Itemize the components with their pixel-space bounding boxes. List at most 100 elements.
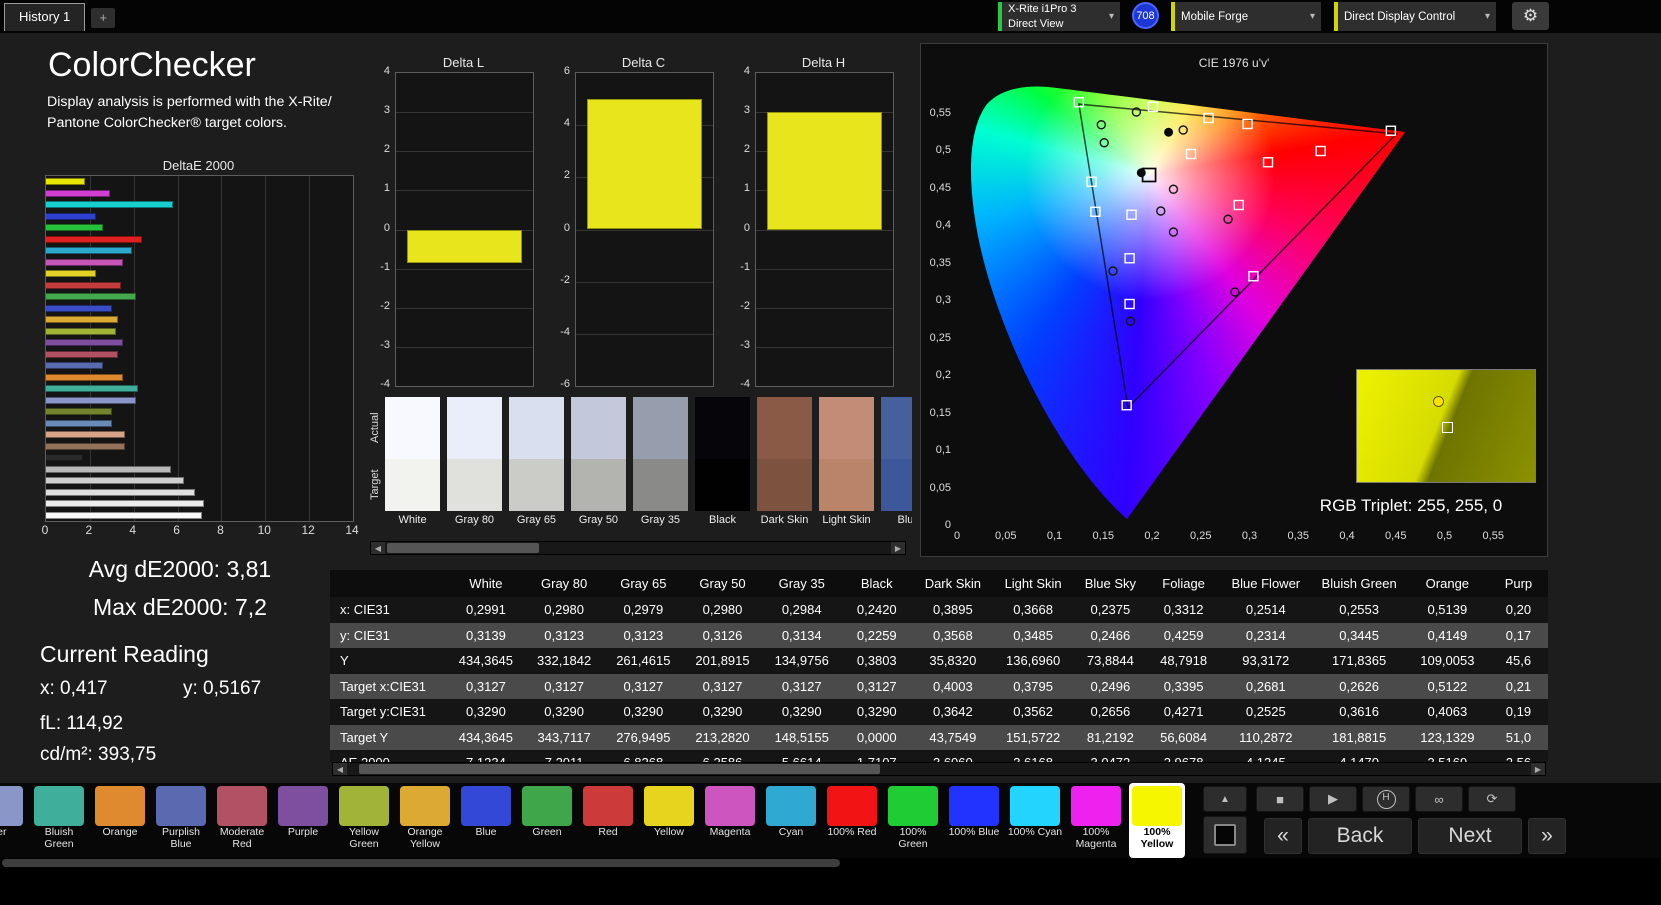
table-cell: 0,2496 — [1090, 678, 1131, 694]
table-cell: 0,4271 — [1163, 704, 1204, 720]
pattern-window-button[interactable] — [1203, 816, 1247, 854]
max-de2000-readout: Max dE2000: 7,2 — [93, 594, 267, 620]
patch-swatch — [522, 786, 572, 826]
patch-button[interactable]: Cyan — [763, 783, 819, 858]
deltaE-bar — [46, 362, 103, 370]
patch-button[interactable]: Red — [580, 783, 636, 858]
scroll-left-icon[interactable]: ◀ — [333, 763, 347, 775]
play-button[interactable]: ▶ — [1309, 786, 1357, 812]
reading-y: y: 0,5167 — [183, 678, 262, 699]
patch-button[interactable]: 100% Yellow — [1129, 783, 1185, 858]
measured-point — [1096, 120, 1107, 130]
patch-button[interactable]: Magenta — [702, 783, 758, 858]
patch-bar-scrollbar[interactable] — [2, 859, 840, 867]
measured-point — [1108, 266, 1118, 276]
next-button[interactable]: Next — [1418, 818, 1522, 854]
rgb-triplet-readout: RGB Triplet: 255, 255, 0 — [1319, 496, 1503, 515]
patch-button[interactable]: Purple — [275, 783, 331, 858]
patch-button[interactable]: Orange Yellow — [397, 783, 453, 858]
axis-tick-label: 0,3 — [1241, 530, 1258, 542]
patch-button[interactable]: 100% Red — [824, 783, 880, 858]
axis-tick-label: 0,3 — [935, 294, 951, 306]
patch-button[interactable]: wer — [0, 783, 26, 858]
back-button[interactable]: Back — [1308, 818, 1412, 854]
scroll-right-icon[interactable]: ▶ — [891, 542, 905, 554]
prev-page-button[interactable]: « — [1264, 818, 1302, 854]
deltaE-bar-row — [46, 222, 353, 234]
patch-button[interactable]: Orange — [92, 783, 148, 858]
patch-button[interactable]: Yellow Green — [336, 783, 392, 858]
column-header: Gray 65 — [603, 570, 683, 597]
add-tab-button[interactable]: + — [91, 8, 116, 28]
gear-icon[interactable]: ⚙ — [1512, 2, 1549, 30]
next-page-button[interactable]: » — [1528, 818, 1566, 854]
axis-tick-label: -4 — [380, 378, 390, 390]
axis-tick-label: 0,45 — [1385, 530, 1407, 542]
table-cell: 0,4259 — [1163, 627, 1204, 643]
target-point — [1124, 298, 1135, 310]
axis-tick-label: 0,45 — [929, 181, 951, 194]
table-scrollbar[interactable]: ◀ ▶ — [332, 762, 1546, 776]
scroll-left-icon[interactable]: ◀ — [371, 542, 385, 554]
swatch-target — [757, 459, 812, 511]
scroll-up-button[interactable]: ▲ — [1203, 786, 1247, 812]
axis-tick-label: 12 — [301, 523, 315, 537]
meter-count-badge[interactable]: 708 — [1132, 2, 1159, 29]
swatch-target — [881, 459, 912, 511]
table-cell: 93,3172 — [1242, 653, 1290, 669]
patch-button[interactable]: Green — [519, 783, 575, 858]
patch-button[interactable]: Moderate Red — [214, 783, 270, 858]
refresh-button[interactable]: ⟳ — [1468, 786, 1516, 812]
deltaE-bar — [46, 373, 123, 381]
scrollbar-thumb[interactable] — [387, 543, 539, 553]
deltaE-bar — [46, 511, 202, 519]
patch-button[interactable]: 100% Cyan — [1007, 783, 1063, 858]
display-control-dropdown[interactable]: Direct Display Control ▾ — [1334, 2, 1496, 31]
scrollbar-track[interactable] — [385, 542, 891, 554]
measured-point — [1168, 227, 1179, 237]
h-mode-button[interactable]: H — [1362, 786, 1410, 812]
meter-dropdown[interactable]: X-Rite i1Pro 3 Direct View ▾ — [998, 2, 1120, 31]
tab-history-1[interactable]: History 1 — [4, 3, 86, 31]
table-cell: 201,8915 — [695, 653, 750, 669]
deltaE-chart — [45, 175, 354, 522]
axis-tick-label: 0,15 — [929, 406, 951, 419]
scrollbar-track[interactable] — [347, 763, 1531, 775]
table-cell: 0,2375 — [1090, 602, 1131, 618]
swatch-actual — [881, 397, 912, 459]
pattern-window-icon — [1214, 824, 1236, 846]
swatch-name: Blue — [897, 514, 912, 526]
stop-button[interactable]: ■ — [1256, 786, 1304, 812]
patch-button[interactable]: Yellow — [641, 783, 697, 858]
table-cell: 0,3616 — [1339, 704, 1379, 720]
axis-tick-label: 0 — [563, 221, 570, 234]
table-cell: 0,2991 — [466, 602, 506, 618]
scroll-right-icon[interactable]: ▶ — [1531, 763, 1545, 775]
patch-button[interactable]: Purplish Blue — [153, 783, 209, 858]
table-cell: 0,2420 — [856, 602, 897, 618]
navigation-row: « Back Next » — [1264, 818, 1566, 854]
swatch-scrollbar[interactable]: ◀ ▶ — [370, 541, 906, 555]
patch-button[interactable]: 100% Green — [885, 783, 941, 858]
patch-button[interactable]: 100% Magenta — [1068, 783, 1124, 858]
table-cell: 2,9678 — [1148, 750, 1219, 762]
patch-button[interactable]: Blue — [458, 783, 514, 858]
target-point — [1147, 101, 1159, 112]
table-cell: 332,1842 — [537, 653, 592, 669]
axis-tick-label: 3 — [743, 104, 750, 117]
scrollbar-thumb[interactable] — [358, 764, 880, 774]
gridline — [396, 307, 533, 309]
transport-row: ■ ▶ H ∞ ⟳ — [1256, 786, 1516, 812]
deltaE-bar-row — [46, 418, 353, 430]
source-dropdown[interactable]: Mobile Forge ▾ — [1171, 2, 1321, 31]
target-point — [1126, 209, 1137, 220]
gamut-triangle — [1077, 103, 1399, 410]
continuous-read-button[interactable]: ∞ — [1415, 786, 1463, 812]
column-header: Bluish Green — [1312, 570, 1406, 597]
swatch-column: White — [385, 397, 440, 530]
patch-label: 100% Cyan — [1007, 826, 1063, 838]
table-cell: 1,7107 — [841, 750, 912, 762]
swatch-name: White — [398, 514, 427, 526]
patch-button[interactable]: Bluish Green — [31, 783, 87, 858]
patch-button[interactable]: 100% Blue — [946, 783, 1002, 858]
